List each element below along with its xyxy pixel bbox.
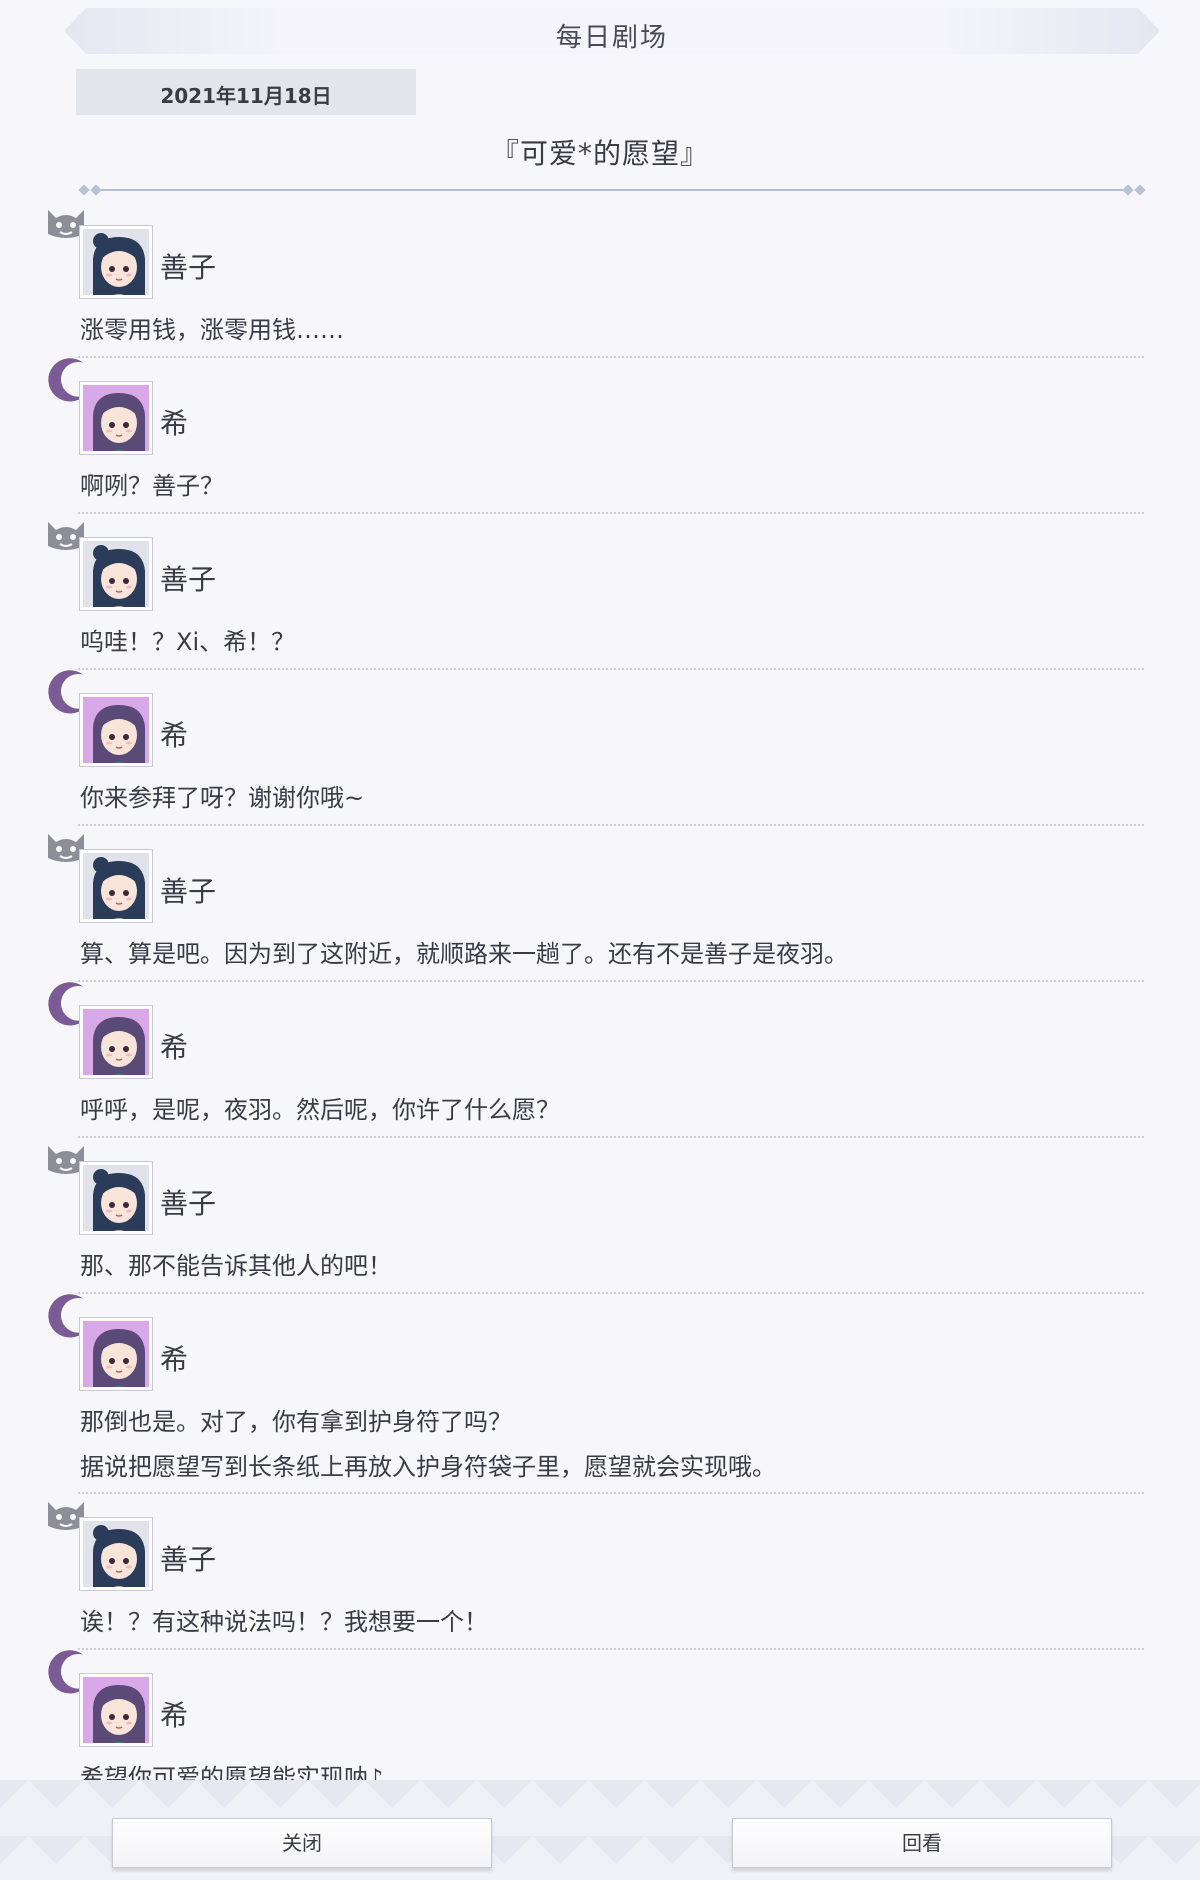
speaker-name: 善子: [160, 875, 217, 908]
avatar: [80, 1518, 152, 1590]
review-button[interactable]: 回看: [732, 1818, 1112, 1868]
avatar: [80, 538, 152, 610]
dialogue-separator: [78, 1292, 1144, 1294]
avatar: [80, 1006, 152, 1078]
avatar: [80, 1674, 152, 1746]
avatar: [80, 1318, 152, 1390]
speaker-name: 希: [160, 1343, 189, 1376]
dialogue-separator: [78, 1648, 1144, 1650]
dialogue-separator: [78, 824, 1144, 826]
dialogue-text: 啊咧？善子？: [80, 472, 224, 500]
dialogue-separator: [78, 980, 1144, 982]
avatar: [80, 382, 152, 454]
story-title: 『可爱*的愿望』: [490, 137, 709, 170]
avatar: [80, 226, 152, 298]
date-text: 2021年11月18日: [160, 84, 332, 108]
speaker-name: 善子: [160, 563, 217, 596]
dialogue-text: 涨零用钱，涨零用钱……: [80, 316, 344, 344]
header-bar: 每日剧场: [64, 8, 1160, 54]
dialogue-text: 呼呼，是呢，夜羽。然后呢，你许了什么愿？: [80, 1096, 560, 1124]
header-title: 每日剧场: [555, 23, 668, 53]
title-divider: [78, 184, 1146, 196]
dialogue-text: 你来参拜了呀？谢谢你哦~: [80, 784, 365, 812]
dialogue-separator: [78, 668, 1144, 670]
close-button[interactable]: 关闭: [112, 1818, 492, 1868]
dialogue-separator: [78, 1492, 1144, 1494]
dialogue-text: 诶！？有这种说法吗！？我想要一个！: [80, 1608, 488, 1636]
speaker-name: 希: [160, 719, 189, 752]
dialogue-separator: [78, 1136, 1144, 1138]
dialogue-text: 呜哇！？Xi、希！？: [80, 628, 296, 656]
speaker-name: 善子: [160, 1543, 217, 1576]
dialogue-text: 据说把愿望写到长条纸上再放入护身符袋子里，愿望就会实现哦。: [80, 1453, 776, 1481]
avatar: [80, 850, 152, 922]
dialogue-text: 那、那不能告诉其他人的吧！: [80, 1252, 392, 1280]
avatar: [80, 694, 152, 766]
dialogue-separator: [78, 356, 1144, 358]
dialogue-text: 算、算是吧。因为到了这附近，就顺路来一趟了。还有不是善子是夜羽。: [80, 940, 848, 968]
speaker-name: 善子: [160, 1187, 217, 1220]
avatar: [80, 1162, 152, 1234]
speaker-name: 善子: [160, 251, 217, 284]
speaker-name: 希: [160, 1031, 189, 1064]
dialogue-separator: [78, 512, 1144, 514]
speaker-name: 希: [160, 407, 189, 440]
speaker-name: 希: [160, 1699, 189, 1732]
date-badge: 2021年11月18日: [76, 69, 416, 115]
dialogue-text: 那倒也是。对了，你有拿到护身符了吗？: [80, 1408, 512, 1436]
